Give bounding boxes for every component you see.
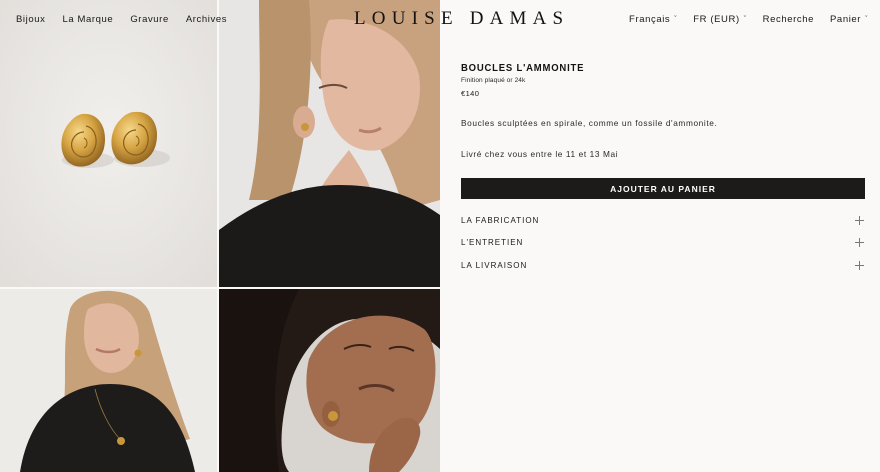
product-accordion: LA FABRICATION L'ENTRETIEN LA LIVRAISON [461,209,865,277]
cart-link[interactable]: Panier ˇ [830,14,868,25]
currency-selector[interactable]: FR (EUR) ˇ [693,14,746,25]
language-label: Français [629,14,671,25]
cart-label: Panier [830,14,862,25]
chevron-down-icon: ˇ [743,16,747,23]
accordion-fabrication[interactable]: LA FABRICATION [461,209,865,232]
accordion-livraison[interactable]: LA LIVRAISON [461,254,865,277]
accordion-label: LA FABRICATION [461,215,540,225]
plus-icon [855,238,864,248]
nav-gravure[interactable]: Gravure [130,14,169,25]
model-looking-up-photo[interactable] [0,289,217,472]
product-title: BOUCLES L'AMMONITE [461,62,585,75]
product-details: BOUCLES L'AMMONITE Finition plaqué or 24… [461,62,865,277]
currency-label: FR (EUR) [693,14,740,25]
search-link[interactable]: Recherche [763,14,814,25]
nav-archives[interactable]: Archives [186,14,227,25]
accordion-entretien[interactable]: L'ENTRETIEN [461,232,865,255]
product-earrings-photo[interactable] [0,0,217,287]
product-price: €140 [461,89,480,98]
plus-icon [855,260,864,270]
product-gallery [0,0,440,472]
nav-la-marque[interactable]: La Marque [62,14,113,25]
product-finish: Finition plaqué or 24k [461,77,526,84]
plus-icon [855,215,864,225]
main-nav: Bijoux La Marque Gravure Archives [16,14,227,25]
utility-nav: Français ˇ FR (EUR) ˇ Recherche Panier ˇ [629,14,868,25]
brand-logo[interactable]: LOUISE DAMAS [354,8,563,30]
add-to-cart-button[interactable]: AJOUTER AU PANIER [461,178,865,199]
product-description: Boucles sculptées en spirale, comme un f… [461,118,718,128]
delivery-estimate: Livré chez vous entre le 11 et 13 Mai [461,149,619,159]
accordion-label: L'ENTRETIEN [461,238,524,248]
accordion-label: LA LIVRAISON [461,260,528,270]
chevron-down-icon: ˇ [674,16,678,23]
chevron-down-icon: ˇ [865,16,868,23]
nav-bijoux[interactable]: Bijoux [16,14,45,25]
model-curly-hair-photo[interactable] [219,289,440,472]
model-portrait-side-photo[interactable] [219,0,440,287]
language-selector[interactable]: Français ˇ [629,14,677,25]
